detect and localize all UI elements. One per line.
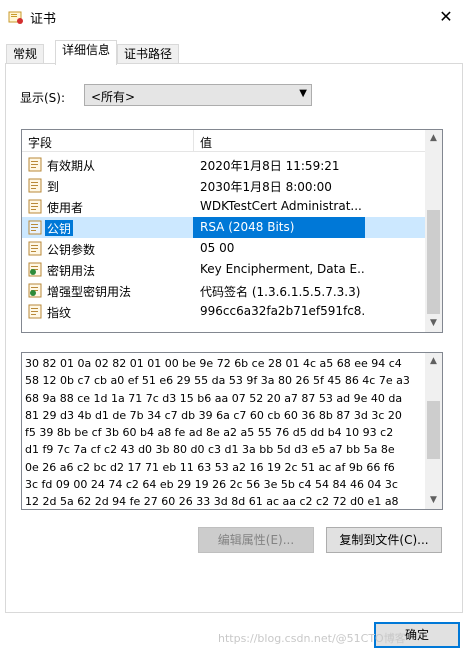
- detail-line: f5 39 8b be cf 3b 60 b4 a8 fe ad 8e a2 a…: [25, 426, 394, 440]
- detail-line: 68 9a 88 ce 1d 1a 71 7c d3 15 b6 aa 07 5…: [25, 391, 403, 405]
- detail-line: 3c fd 09 00 24 74 c2 64 eb 29 19 26 2c 5…: [25, 478, 398, 492]
- copy-to-file-button[interactable]: 复制到文件(C)...: [326, 527, 442, 553]
- detail-line: 30 82 01 0a 02 82 01 01 00 be 9e 72 6b c…: [25, 357, 402, 370]
- tab-general[interactable]: 常规: [6, 44, 45, 64]
- extension-icon: [28, 262, 42, 277]
- show-dropdown[interactable]: <所有> ▼: [84, 84, 312, 106]
- column-header-value[interactable]: 值: [200, 134, 212, 151]
- column-header-field[interactable]: 字段: [28, 134, 52, 151]
- field-value: WDKTestCert Administrat...: [200, 199, 362, 213]
- title-bar: 证书 ✕: [0, 0, 468, 34]
- tab-certification-path[interactable]: 证书路径: [117, 44, 180, 64]
- certificate-field-icon: [28, 178, 42, 193]
- field-name: 公钥参数: [47, 243, 96, 257]
- field-value: 996cc6a32fa2b71ef591fc8...: [200, 304, 365, 318]
- list-header: 字段 值: [22, 130, 427, 152]
- scroll-down-icon[interactable]: ▼: [425, 315, 442, 332]
- field-detail-text: 30 82 01 0a 02 82 01 01 00 be 9e 72 6b c…: [25, 355, 425, 509]
- field-value: Key Encipherment, Data E...: [200, 262, 365, 276]
- scroll-thumb[interactable]: [427, 210, 440, 314]
- detail-line: 0e 26 a6 c2 bc d2 17 71 eb 11 63 53 a2 1…: [25, 460, 395, 474]
- field-name: 使用者: [47, 201, 84, 215]
- show-dropdown-value: <所有>: [91, 90, 136, 104]
- close-icon: ✕: [439, 7, 453, 26]
- extension-icon: [28, 283, 42, 298]
- field-value: RSA (2048 Bits): [200, 220, 295, 234]
- detail-line: 81 29 d3 4b d1 de 7b 34 c7 db 39 6a c7 6…: [25, 408, 402, 422]
- list-item[interactable]: 密钥用法 Key Encipherment, Data E...: [22, 259, 427, 280]
- tab-details[interactable]: 详细信息: [55, 40, 118, 65]
- list-item[interactable]: 到 2030年1月8日 8:00:00: [22, 175, 427, 196]
- field-name: 增强型密钥用法: [47, 285, 132, 299]
- edit-properties-button[interactable]: 编辑属性(E)...: [198, 527, 314, 553]
- list-item[interactable]: 增强型密钥用法 代码签名 (1.3.6.1.5.5.7.3.3): [22, 280, 427, 301]
- field-value: 2030年1月8日 8:00:00: [200, 180, 332, 194]
- field-name: 密钥用法: [47, 264, 96, 278]
- certificate-field-icon: [28, 304, 42, 319]
- column-divider[interactable]: [193, 130, 194, 152]
- certificate-field-icon: [28, 199, 42, 214]
- detail-line: 12 2d 5a 62 2d 94 fe 27 60 26 33 3d 8d 6…: [25, 495, 399, 509]
- show-label: 显示(S):: [20, 91, 66, 105]
- list-item[interactable]: 指纹 996cc6a32fa2b71ef591fc8...: [22, 301, 427, 322]
- certificate-field-icon: [28, 220, 42, 235]
- list-item[interactable]: 公钥参数 05 00: [22, 238, 427, 259]
- scroll-thumb[interactable]: [427, 401, 440, 459]
- list-item[interactable]: 使用者 WDKTestCert Administrat...: [22, 196, 427, 217]
- tab-strip: 常规 详细信息 证书路径: [0, 40, 468, 65]
- field-name: 公钥: [45, 220, 74, 236]
- close-button[interactable]: ✕: [428, 4, 464, 30]
- detail-line: d1 f9 7c 7a cf c2 43 d0 3b 80 d0 c3 d1 3…: [25, 443, 395, 457]
- scroll-up-icon[interactable]: ▲: [425, 130, 442, 147]
- field-name: 到: [47, 180, 60, 194]
- window-title: 证书: [30, 12, 57, 27]
- field-value: 05 00: [200, 241, 235, 255]
- watermark: https://blog.csdn.net/@51CTO博客: [218, 632, 406, 645]
- certificate-field-icon: [28, 241, 42, 256]
- fields-list-scrollbar[interactable]: ▲ ▼: [425, 130, 442, 332]
- chevron-down-icon: ▼: [299, 88, 307, 99]
- list-item[interactable]: 公钥 RSA (2048 Bits): [22, 217, 427, 238]
- field-name: 有效期从: [47, 159, 96, 173]
- detail-line: 58 12 0b c7 cb a0 ef 51 e6 29 55 da 53 9…: [25, 374, 410, 388]
- list-item[interactable]: 有效期从 2020年1月8日 11:59:21: [22, 154, 427, 175]
- fields-list[interactable]: 字段 值 有效期从 2020年1月8日 11:59:21 到 2030年1月8日 8:…: [21, 129, 443, 333]
- certificate-icon: [8, 11, 23, 24]
- field-name: 指纹: [47, 306, 72, 320]
- scroll-up-icon[interactable]: ▲: [425, 353, 442, 370]
- field-value: 代码签名 (1.3.6.1.5.5.7.3.3): [200, 285, 361, 299]
- field-value: 2020年1月8日 11:59:21: [200, 159, 340, 173]
- certificate-field-icon: [28, 157, 42, 172]
- detail-scrollbar[interactable]: ▲ ▼: [425, 353, 442, 509]
- scroll-down-icon[interactable]: ▼: [425, 492, 442, 509]
- field-detail-box[interactable]: 30 82 01 0a 02 82 01 01 00 be 9e 72 6b c…: [21, 352, 443, 510]
